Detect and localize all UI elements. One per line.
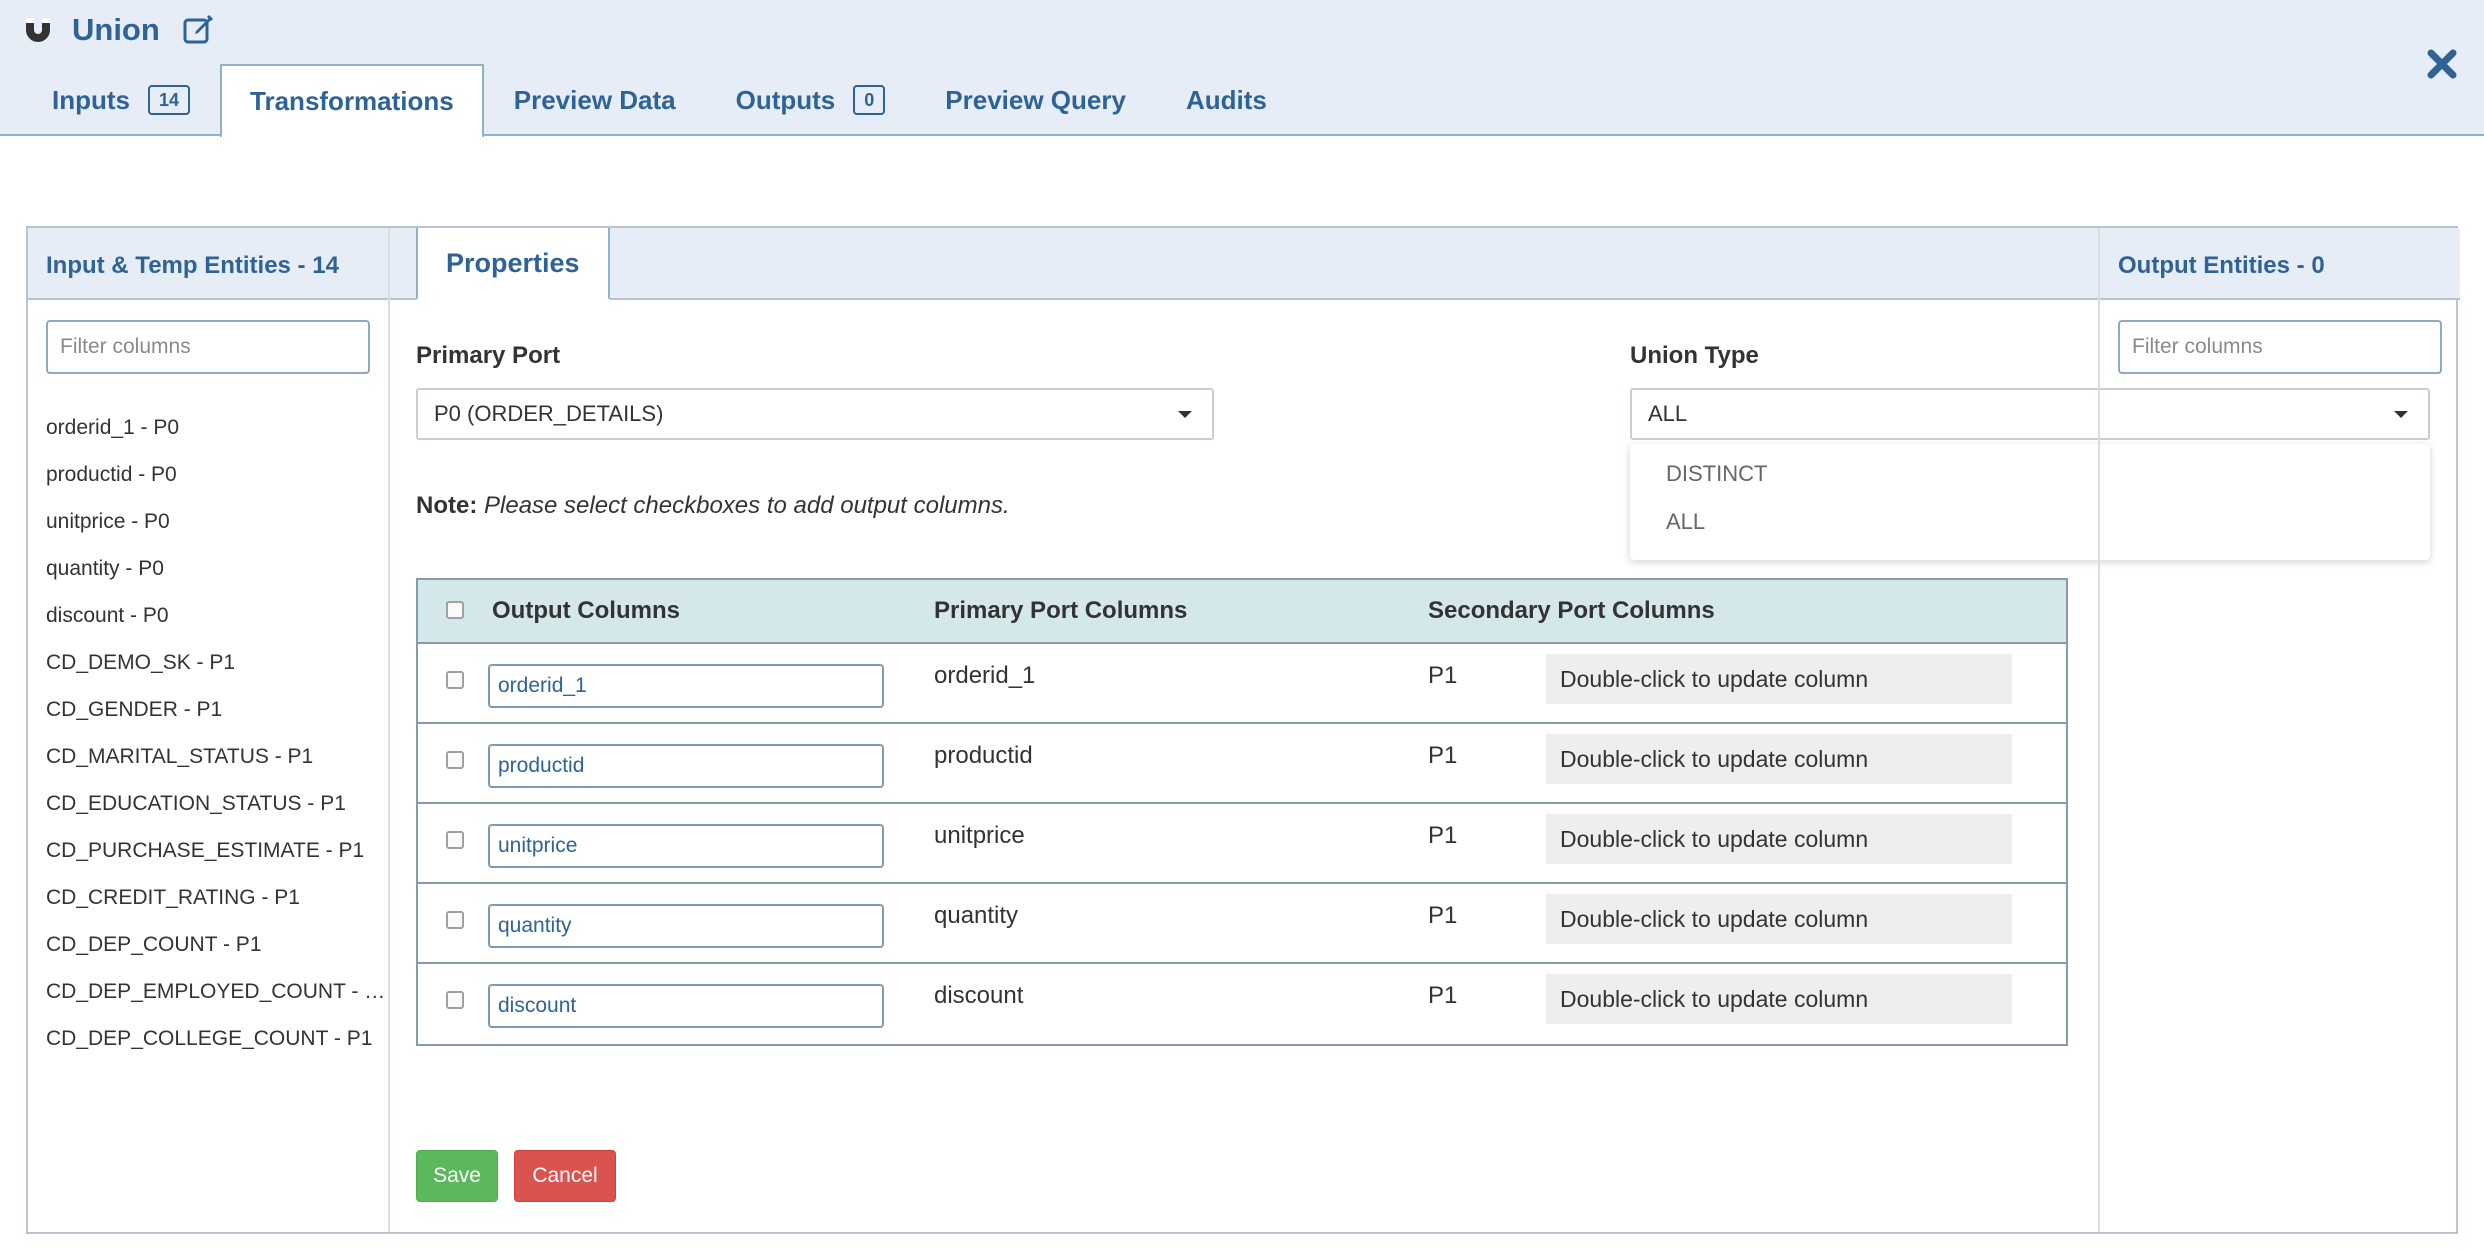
union-type-label: Union Type — [1630, 342, 1759, 369]
tab-label: Outputs — [735, 84, 836, 115]
title-row: Union — [22, 10, 216, 50]
caret-down-icon — [1178, 411, 1192, 418]
list-item[interactable]: CD_MARITAL_STATUS - P1 — [46, 733, 386, 780]
primary-port-select[interactable]: P0 (ORDER_DETAILS) — [416, 388, 1214, 440]
table-row: productid P1 Double-click to update colu… — [418, 724, 2066, 804]
primary-column-value: productid — [934, 742, 1033, 769]
secondary-column-cell[interactable]: Double-click to update column — [1546, 654, 2012, 704]
secondary-column-cell[interactable]: Double-click to update column — [1546, 894, 2012, 944]
properties-panel: Properties Primary Port P0 (ORDER_DETAIL… — [390, 228, 2430, 1232]
secondary-column-cell[interactable]: Double-click to update column — [1546, 974, 2012, 1024]
panel-header: Input & Temp Entities - 14 — [28, 228, 388, 300]
list-item[interactable]: CD_DEP_COUNT - P1 — [46, 921, 386, 968]
edit-icon[interactable] — [182, 13, 216, 47]
table-row: discount P1 Double-click to update colum… — [418, 964, 2066, 1044]
list-item[interactable]: CD_DEP_EMPLOYED_COUNT - P1 — [46, 968, 386, 1015]
input-entities-panel: Input & Temp Entities - 14 orderid_1 - P… — [28, 228, 390, 1232]
cancel-button[interactable]: Cancel — [514, 1150, 616, 1202]
transformations-panel: Input & Temp Entities - 14 orderid_1 - P… — [26, 226, 2460, 1234]
row-checkbox[interactable] — [446, 911, 464, 929]
primary-port-columns-header: Primary Port Columns — [934, 597, 1188, 624]
tab-preview-data[interactable]: Preview Data — [484, 64, 706, 136]
filter-columns-input[interactable] — [46, 320, 370, 374]
list-item[interactable]: orderid_1 - P0 — [46, 404, 386, 451]
secondary-port-label: P1 — [1428, 742, 1458, 769]
note-prefix: Note: — [416, 492, 478, 519]
primary-column-value: quantity — [934, 902, 1019, 929]
tab-label: Inputs — [52, 84, 130, 115]
output-entities-title: Output Entities - 0 — [2118, 252, 2325, 279]
output-column-input[interactable] — [488, 744, 884, 788]
list-item[interactable]: CD_CREDIT_RATING - P1 — [46, 874, 386, 921]
select-all-checkbox[interactable] — [446, 601, 464, 619]
table-row: unitprice P1 Double-click to update colu… — [418, 804, 2066, 884]
list-item[interactable]: productid - P0 — [46, 451, 386, 498]
save-button[interactable]: Save — [416, 1150, 498, 1202]
count-badge: 0 — [853, 85, 886, 115]
row-checkbox[interactable] — [446, 991, 464, 1009]
secondary-port-label: P1 — [1428, 822, 1458, 849]
secondary-column-cell[interactable]: Double-click to update column — [1546, 734, 2012, 784]
output-column-input[interactable] — [488, 904, 884, 948]
close-icon[interactable] — [2424, 46, 2460, 82]
tab-label: Preview Data — [513, 84, 676, 115]
note-message: Please select checkboxes to add output c… — [484, 492, 1010, 519]
tab-bar: Inputs 14 Transformations Preview Data O… — [22, 64, 1297, 138]
output-column-input[interactable] — [488, 984, 884, 1028]
list-item[interactable]: CD_EDUCATION_STATUS - P1 — [46, 780, 386, 827]
panel-header: Output Entities - 0 — [2100, 228, 2460, 300]
tab-properties[interactable]: Properties — [416, 228, 610, 300]
list-item[interactable]: quantity - P0 — [46, 545, 386, 592]
output-entities-panel: Output Entities - 0 — [2098, 228, 2460, 1232]
row-checkbox[interactable] — [446, 831, 464, 849]
select-value: P0 (ORDER_DETAILS) — [434, 401, 664, 426]
secondary-port-columns-header: Secondary Port Columns — [1428, 597, 1715, 624]
tab-outputs[interactable]: Outputs 0 — [706, 64, 916, 136]
list-item[interactable]: CD_DEMO_SK - P1 — [46, 639, 386, 686]
list-item[interactable]: discount - P0 — [46, 592, 386, 639]
table-header: Output Columns Primary Port Columns Seco… — [418, 580, 2066, 644]
note-text: Note: Please select checkboxes to add ou… — [416, 492, 1010, 520]
row-checkbox[interactable] — [446, 671, 464, 689]
secondary-port-label: P1 — [1428, 902, 1458, 929]
list-item[interactable]: CD_PURCHASE_ESTIMATE - P1 — [46, 827, 386, 874]
tab-preview-query[interactable]: Preview Query — [915, 64, 1156, 136]
table-row: quantity P1 Double-click to update colum… — [418, 884, 2066, 964]
output-columns-header: Output Columns — [492, 597, 680, 624]
output-column-input[interactable] — [488, 824, 884, 868]
primary-column-value: unitprice — [934, 822, 1025, 849]
primary-column-value: orderid_1 — [934, 662, 1036, 689]
union-logo-icon — [26, 18, 50, 42]
entity-list: orderid_1 - P0 productid - P0 unitprice … — [46, 404, 386, 1062]
panel-header — [390, 228, 2098, 300]
list-item[interactable]: CD_DEP_COLLEGE_COUNT - P1 — [46, 1015, 386, 1062]
secondary-port-label: P1 — [1428, 982, 1458, 1009]
tab-label: Transformations — [250, 85, 454, 116]
tab-transformations[interactable]: Transformations — [220, 64, 484, 138]
union-columns-table: Output Columns Primary Port Columns Seco… — [416, 578, 2068, 1046]
row-checkbox[interactable] — [446, 751, 464, 769]
tab-audits[interactable]: Audits — [1156, 64, 1297, 136]
header: Union Inputs 14 Transformations Preview … — [0, 0, 2484, 138]
tab-label: Preview Query — [945, 84, 1126, 115]
count-badge: 14 — [148, 85, 191, 115]
table-row: orderid_1 P1 Double-click to update colu… — [418, 644, 2066, 724]
primary-column-value: discount — [934, 982, 1024, 1009]
input-entities-title: Input & Temp Entities - 14 — [46, 252, 339, 279]
filter-columns-input[interactable] — [2118, 320, 2442, 374]
page-title: Union — [72, 12, 160, 47]
tab-label: Audits — [1185, 84, 1267, 115]
secondary-column-cell[interactable]: Double-click to update column — [1546, 814, 2012, 864]
tab-inputs[interactable]: Inputs 14 — [22, 64, 220, 136]
secondary-port-label: P1 — [1428, 662, 1458, 689]
list-item[interactable]: CD_GENDER - P1 — [46, 686, 386, 733]
output-column-input[interactable] — [488, 664, 884, 708]
primary-port-label: Primary Port — [416, 342, 561, 369]
select-value: ALL — [1648, 401, 1688, 426]
list-item[interactable]: unitprice - P0 — [46, 498, 386, 545]
